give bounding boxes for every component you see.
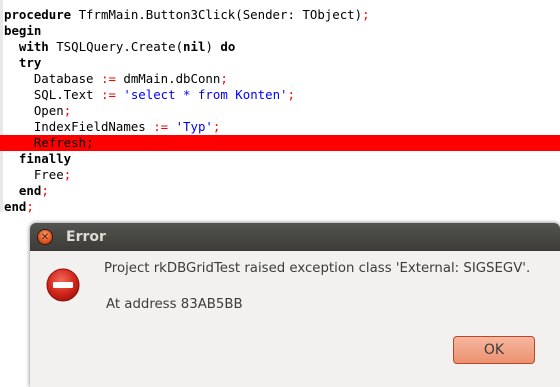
keyword-token: nil (183, 39, 206, 54)
code-token: Database (4, 71, 101, 86)
code-line: with TSQLQuery.Create(nil) do (4, 39, 560, 55)
code-line: finally (4, 151, 560, 167)
keyword-token: finally (18, 151, 72, 166)
keyword-token: procedure (4, 7, 72, 22)
editor-gutter (0, 0, 3, 212)
code-line: procedure TfrmMain.Button3Click(Sender: … (4, 7, 560, 23)
keyword-token: with (18, 39, 49, 54)
string-token: 'select * from Konten' (123, 87, 288, 102)
code-line: Open; (4, 103, 560, 119)
code-line: end; (4, 183, 560, 199)
code-token: TfrmMain.Button3Click(Sender: TObject) (71, 7, 363, 22)
code-line: begin (4, 23, 560, 39)
keyword-token: do (220, 39, 236, 54)
dialog-titlebar[interactable]: ✕ Error (30, 223, 560, 251)
code-token: ) (205, 39, 221, 54)
close-icon[interactable]: ✕ (37, 229, 53, 245)
code-line: try (4, 55, 560, 71)
symbol-token: ; (63, 103, 72, 118)
code-token: TSQLQuery.Create( (48, 39, 184, 54)
exception-message: Project rkDBGridTest raised exception cl… (104, 261, 531, 276)
symbol-token: ; (220, 71, 228, 86)
symbol-token: ; (212, 119, 221, 134)
error-dialog: ✕ Error Project rkDBGridTest raised exce… (30, 223, 560, 387)
symbol-token: ; (287, 87, 295, 102)
symbol-token: ; (362, 7, 370, 22)
keyword-token: try (18, 55, 42, 70)
code-line: IndexFieldNames := 'Typ'; (4, 119, 560, 135)
code-token: Open (4, 103, 64, 118)
symbol-token: := (100, 71, 116, 86)
code-line: SQL.Text := 'select * from Konten'; (4, 87, 560, 103)
keyword-token: begin (4, 23, 42, 38)
keyword-token: end (4, 199, 27, 214)
symbol-token: := (153, 119, 169, 134)
code-token: SQL.Text (4, 87, 101, 102)
string-token: 'Typ' (175, 119, 213, 134)
exception-address: At address 83AB5BB (106, 297, 243, 312)
code-token: Refresh; (4, 135, 94, 150)
symbol-token: ; (63, 167, 72, 182)
dialog-title: Error (66, 229, 106, 245)
code-token: IndexFieldNames (4, 119, 154, 134)
code-token: dmMain.dbConn (115, 71, 221, 86)
code-line: Database := dmMain.dbConn; (4, 71, 560, 87)
ok-button[interactable]: OK (453, 336, 535, 364)
keyword-token: end (18, 183, 42, 198)
code-token: Free (4, 167, 64, 182)
symbol-token: := (100, 87, 116, 102)
symbol-token: ; (41, 183, 49, 198)
symbol-token: ; (26, 199, 34, 214)
error-highlighted-line: Refresh; (0, 135, 560, 151)
code-line: Free; (4, 167, 560, 183)
error-stop-icon (46, 268, 80, 302)
code-line: end; (4, 199, 560, 215)
